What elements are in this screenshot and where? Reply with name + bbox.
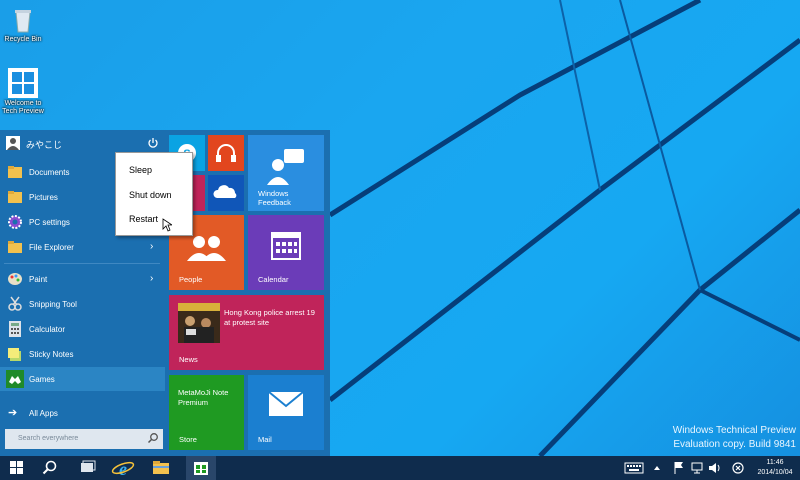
- watermark-line-1: Windows Technical Preview: [672, 425, 796, 436]
- news-headline: Hong Kong police arrest 19 at protest si…: [224, 308, 315, 327]
- all-apps-label: All Apps: [29, 409, 58, 418]
- app-label-paint: Paint: [29, 275, 48, 284]
- evaluation-watermark: Windows Technical Preview Evaluation cop…: [673, 424, 796, 452]
- search-box[interactable]: Search everywhere: [5, 429, 163, 449]
- internet-explorer-button[interactable]: e: [108, 456, 138, 480]
- welcome-label: Welcome to Tech Preview: [2, 100, 44, 115]
- app-item-sticky-notes[interactable]: Sticky Notes: [0, 342, 165, 366]
- network-button[interactable]: [690, 456, 704, 480]
- folder-icon: [153, 461, 169, 474]
- metamoji-label: MetaMoJi Note Premium: [178, 388, 229, 407]
- action-center-button[interactable]: [672, 456, 686, 480]
- people-label: People: [179, 275, 203, 284]
- folder-icon: [6, 163, 24, 181]
- music-tile[interactable]: [208, 135, 244, 171]
- onedrive-tile[interactable]: [208, 175, 244, 211]
- user-avatar-icon: [6, 136, 20, 150]
- store-label: Store: [179, 435, 197, 444]
- task-view-button[interactable]: [72, 456, 102, 480]
- taskbar-clock[interactable]: 11:46 2014/10/04: [752, 458, 798, 478]
- file-explorer-button[interactable]: [146, 456, 176, 480]
- error-status-icon: [732, 462, 744, 474]
- network-icon: [691, 462, 703, 474]
- folder-icon: [6, 188, 24, 206]
- show-hidden-icons-button[interactable]: [651, 456, 663, 480]
- user-name: みやこじ: [26, 140, 63, 150]
- taskbar: e 11:46 2014/10/04: [0, 456, 800, 480]
- shut-down-option[interactable]: Shut down: [129, 190, 172, 200]
- task-view-icon: [81, 460, 96, 472]
- recycle-bin-desktop-icon[interactable]: Recycle Bin: [0, 6, 46, 44]
- app-label-pc-settings: PC settings: [29, 218, 70, 227]
- store-icon: [194, 462, 208, 475]
- windows-logo-icon: [8, 68, 38, 98]
- store-button[interactable]: [186, 456, 216, 480]
- app-label-calculator: Calculator: [29, 325, 66, 334]
- arrow-right-icon: ➔: [8, 407, 18, 419]
- mouse-pointer-icon: [162, 218, 172, 232]
- paint-palette-icon: [6, 270, 24, 288]
- search-icon: [147, 432, 159, 444]
- app-item-snipping-tool[interactable]: Snipping Tool: [0, 292, 165, 316]
- status-button[interactable]: [731, 456, 745, 480]
- clock-time: 11:46: [766, 459, 784, 466]
- app-item-paint[interactable]: Paint ›: [0, 267, 165, 291]
- windows-feedback-label: Windows Feedback: [258, 189, 291, 207]
- search-icon: [42, 460, 57, 475]
- app-label-games: Games: [29, 375, 55, 384]
- app-item-file-explorer[interactable]: File Explorer ›: [0, 235, 165, 259]
- calculator-icon: [6, 320, 24, 338]
- svg-text:e: e: [119, 459, 127, 479]
- flag-icon: [674, 462, 683, 474]
- all-apps-button[interactable]: ➔ All Apps: [0, 403, 165, 423]
- volume-button[interactable]: [707, 456, 721, 480]
- welcome-desktop-icon[interactable]: Welcome to Tech Preview: [0, 68, 46, 116]
- keyboard-icon: [624, 462, 644, 474]
- app-label-pictures: Pictures: [29, 193, 58, 202]
- folder-icon: [6, 238, 24, 256]
- power-button[interactable]: [146, 136, 160, 150]
- menu-divider: [4, 263, 160, 264]
- mail-tile[interactable]: Mail: [248, 375, 324, 450]
- search-placeholder: Search everywhere: [18, 435, 79, 442]
- mail-label: Mail: [258, 435, 272, 444]
- restart-option[interactable]: Restart: [129, 214, 158, 224]
- chevron-right-icon[interactable]: ›: [150, 241, 153, 252]
- power-icon: [148, 138, 158, 148]
- recycle-bin-icon: [9, 6, 37, 34]
- app-label-documents: Documents: [29, 168, 70, 177]
- news-photo: [178, 303, 220, 343]
- gear-icon: [6, 213, 24, 231]
- app-label-file-explorer: File Explorer: [29, 243, 74, 252]
- headphones-icon: [216, 144, 236, 162]
- chevron-up-icon: [654, 466, 660, 470]
- cloud-icon: [213, 185, 237, 198]
- app-item-games[interactable]: Games: [0, 367, 165, 391]
- sleep-option[interactable]: Sleep: [129, 165, 152, 175]
- recycle-bin-label: Recycle Bin: [4, 36, 42, 43]
- calendar-label: Calendar: [258, 275, 289, 284]
- search-button[interactable]: [34, 456, 64, 480]
- news-tile[interactable]: Hong Kong police arrest 19 at protest si…: [169, 295, 324, 370]
- clock-date: 2014/10/04: [757, 469, 793, 476]
- app-label-sticky-notes: Sticky Notes: [29, 350, 74, 359]
- start-button[interactable]: [0, 456, 34, 480]
- watermark-line-2: Evaluation copy. Build 9841: [673, 439, 796, 450]
- calendar-tile[interactable]: Calendar: [248, 215, 324, 290]
- internet-explorer-icon: e: [111, 459, 135, 479]
- news-label: News: [179, 355, 198, 364]
- touch-keyboard-button[interactable]: [622, 456, 646, 480]
- metamoji-store-tile[interactable]: MetaMoJi Note Premium Store: [169, 375, 244, 450]
- chevron-right-icon[interactable]: ›: [150, 273, 153, 284]
- app-item-calculator[interactable]: Calculator: [0, 317, 165, 341]
- windows-logo-icon: [10, 461, 23, 474]
- power-menu: Sleep Shut down Restart: [115, 152, 193, 236]
- sticky-notes-icon: [6, 345, 24, 363]
- windows-feedback-tile[interactable]: Windows Feedback: [248, 135, 324, 211]
- volume-icon: [709, 463, 720, 473]
- gamepad-icon: [6, 370, 24, 388]
- app-label-snipping-tool: Snipping Tool: [29, 300, 77, 309]
- scissors-icon: [6, 295, 24, 313]
